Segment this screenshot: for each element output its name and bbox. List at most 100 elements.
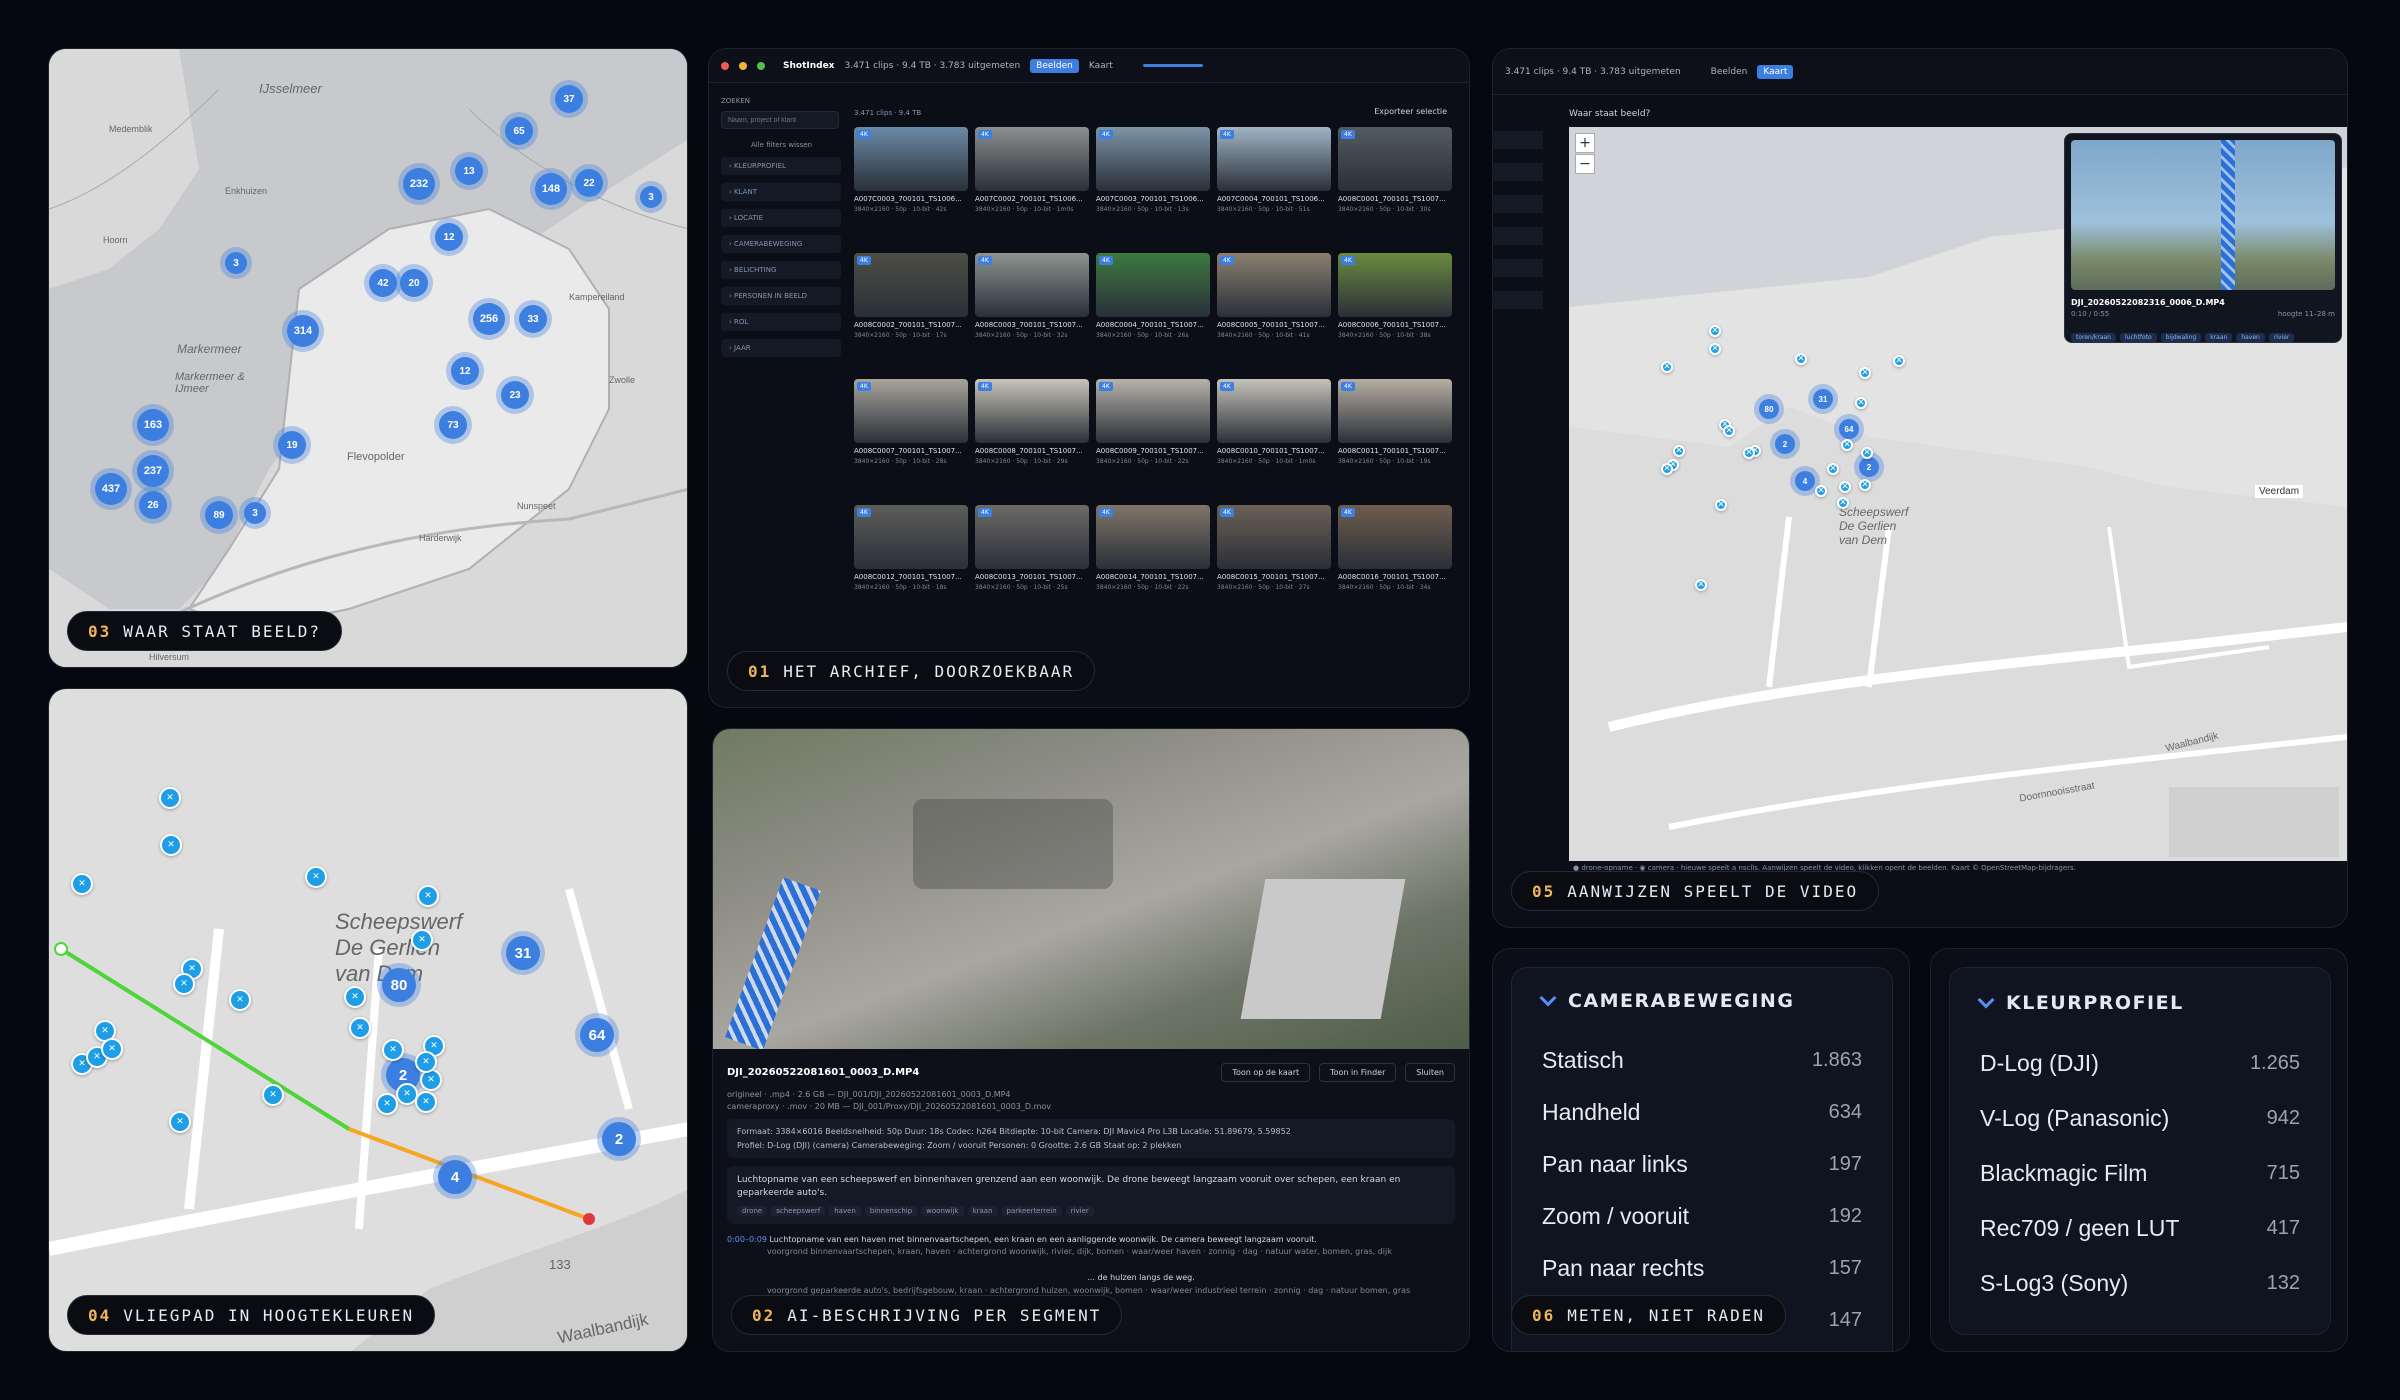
video-point-marker[interactable] — [1661, 463, 1673, 475]
cluster-marker[interactable]: 20 — [400, 269, 428, 297]
window-close-dot[interactable] — [721, 61, 729, 70]
clip-thumbnail[interactable] — [1217, 253, 1331, 317]
cluster-marker[interactable]: 237 — [137, 455, 169, 487]
facet-personen-in-beeld[interactable]: › PERSONEN IN BEELD — [721, 287, 841, 305]
cluster-marker[interactable]: 2 — [1859, 457, 1879, 477]
window-min-dot[interactable] — [739, 61, 747, 70]
clip-card[interactable]: A008C0005_700101_TS1007... 3840×2160 · 50… — [1217, 253, 1331, 371]
flight-point-marker[interactable] — [229, 989, 251, 1011]
clip-thumbnail[interactable] — [1096, 253, 1210, 317]
popup-tag[interactable]: luchtfoto — [2119, 333, 2157, 342]
flight-point-marker[interactable] — [415, 1051, 437, 1073]
cluster-marker[interactable]: 437 — [95, 473, 127, 505]
clip-thumbnail[interactable] — [1217, 505, 1331, 569]
facet-jaar[interactable]: › JAAR — [721, 339, 841, 357]
flight-point-marker[interactable] — [71, 873, 93, 895]
clip-thumbnail[interactable] — [1217, 127, 1331, 191]
clip-card[interactable]: A008C0014_700101_TS1007... 3840×2160 · 50… — [1096, 505, 1210, 623]
cluster-marker[interactable]: 64 — [580, 1018, 614, 1052]
cluster-marker[interactable]: 64 — [1839, 419, 1859, 439]
clip-card[interactable]: A008C0012_700101_TS1007... 3840×2160 · 50… — [854, 505, 968, 623]
cluster-marker[interactable]: 2 — [1775, 434, 1795, 454]
clip-card[interactable]: A007C0003_700101_TS1006... 3840×2160 · 50… — [854, 127, 968, 245]
video-point-marker[interactable] — [1795, 353, 1807, 365]
clip-thumbnail[interactable] — [1338, 505, 1452, 569]
stat-row[interactable]: D-Log (DJI) 1.265 — [1980, 1036, 2300, 1091]
flight-point-marker[interactable] — [382, 1039, 404, 1061]
tab-kaart-2[interactable]: Kaart — [1757, 64, 1794, 79]
facet-kleurprofiel[interactable]: › KLEURPROFIEL — [721, 157, 841, 175]
cluster-marker[interactable]: 23 — [501, 381, 529, 409]
video-point-marker[interactable] — [1893, 355, 1905, 367]
clip-thumbnail[interactable] — [854, 253, 968, 317]
video-point-marker[interactable] — [1827, 463, 1839, 475]
cluster-marker[interactable]: 26 — [139, 491, 167, 519]
facet-belichting[interactable]: › BELICHTING — [721, 261, 841, 279]
popup-tag[interactable]: haven — [2236, 333, 2265, 342]
cluster-marker[interactable]: 314 — [287, 315, 319, 347]
video-point-marker[interactable] — [1839, 481, 1851, 493]
ai-tag[interactable]: kraan — [967, 1206, 998, 1216]
flight-point-marker[interactable] — [415, 1091, 437, 1113]
clip-thumbnail[interactable] — [1217, 379, 1331, 443]
video-point-marker[interactable] — [1859, 479, 1871, 491]
stat-row[interactable]: S-Log3 (Sony) 132 — [1980, 1256, 2300, 1311]
video-point-marker[interactable] — [1709, 325, 1721, 337]
facet-locatie[interactable]: › LOCATIE — [721, 209, 841, 227]
stat-row[interactable]: Pan naar rechts 157 — [1542, 1242, 1862, 1294]
ai-tag[interactable]: parkeerterrein — [1001, 1206, 1062, 1216]
clip-card[interactable]: A008C0002_700101_TS1007... 3840×2160 · 50… — [854, 253, 968, 371]
stat-row[interactable]: Pan naar links 197 — [1542, 1138, 1862, 1190]
clip-thumbnail[interactable] — [1096, 505, 1210, 569]
video-popup[interactable]: DJI_20260522082316_0006_D.MP4 0:10 / 0:5… — [2064, 133, 2342, 343]
ai-tag[interactable]: haven — [829, 1206, 861, 1216]
cluster-marker[interactable]: 163 — [137, 409, 169, 441]
cluster-marker[interactable]: 37 — [555, 85, 583, 113]
clip-thumbnail[interactable] — [975, 379, 1089, 443]
cluster-marker[interactable]: 256 — [473, 303, 505, 335]
clip-thumbnail[interactable] — [854, 127, 968, 191]
flight-point-marker[interactable] — [169, 1111, 191, 1133]
cluster-marker[interactable]: 2 — [602, 1122, 636, 1156]
clip-thumbnail[interactable] — [975, 505, 1089, 569]
cluster-marker[interactable]: 3 — [640, 186, 662, 208]
clip-card[interactable]: A008C0016_700101_TS1007... 3840×2160 · 50… — [1338, 505, 1452, 623]
video-point-marker[interactable] — [1695, 579, 1707, 591]
cluster-marker[interactable]: 3 — [225, 252, 247, 274]
segment-2[interactable]: … de hulzen langs de weg. — [727, 1272, 1455, 1284]
cluster-marker[interactable]: 4 — [1795, 471, 1815, 491]
video-point-marker[interactable] — [1661, 361, 1673, 373]
ai-tag[interactable]: woonwijk — [921, 1206, 964, 1216]
map-background[interactable]: IJsselmeer Medemblik Enkhuizen Hoorn Mar… — [49, 49, 687, 667]
filters-reset-button[interactable]: Alle filters wissen — [721, 141, 841, 149]
facet-camerabeweging[interactable]: › CAMERABEWEGING — [721, 235, 841, 253]
clip-thumbnail[interactable] — [854, 379, 968, 443]
video-point-marker[interactable] — [1673, 445, 1685, 457]
facet-klant[interactable]: › KLANT — [721, 183, 841, 201]
ai-tag[interactable]: binnenschip — [864, 1206, 918, 1216]
clip-card[interactable]: A008C0008_700101_TS1007... 3840×2160 · 50… — [975, 379, 1089, 497]
tab-kaart[interactable]: Kaart — [1089, 61, 1113, 71]
stat-row[interactable]: Blackmagic Film 715 — [1980, 1146, 2300, 1201]
video-point-marker[interactable] — [1855, 397, 1867, 409]
stat-row[interactable]: V-Log (Panasonic) 942 — [1980, 1091, 2300, 1146]
flight-point-marker[interactable] — [101, 1038, 123, 1060]
clip-thumbnail[interactable] — [975, 127, 1089, 191]
stat-row[interactable]: Rec709 / geen LUT 417 — [1980, 1201, 2300, 1256]
video-point-marker[interactable] — [1837, 497, 1849, 509]
ai-tag[interactable]: rivier — [1065, 1206, 1094, 1216]
popup-tag[interactable]: kraan — [2205, 333, 2233, 342]
aerial-video-frame[interactable] — [713, 729, 1469, 1051]
flight-point-marker[interactable] — [160, 834, 182, 856]
cluster-marker[interactable]: 65 — [505, 117, 533, 145]
clip-card[interactable]: A008C0010_700101_TS1007... 3840×2160 · 50… — [1217, 379, 1331, 497]
clip-card[interactable]: A008C0004_700101_TS1007... 3840×2160 · 50… — [1096, 253, 1210, 371]
popup-tag[interactable]: bijdwaling — [2160, 333, 2202, 342]
clip-card[interactable]: A008C0006_700101_TS1007... 3840×2160 · 50… — [1338, 253, 1452, 371]
clip-thumbnail[interactable] — [1096, 379, 1210, 443]
cluster-marker[interactable]: 232 — [403, 168, 435, 200]
segment-1[interactable]: 0:00–0:09 Luchtopname van een haven met … — [727, 1234, 1455, 1258]
video-preview[interactable] — [2071, 140, 2335, 290]
popup-tag[interactable]: toren/kraan — [2071, 333, 2116, 342]
video-point-marker[interactable] — [1841, 439, 1853, 451]
